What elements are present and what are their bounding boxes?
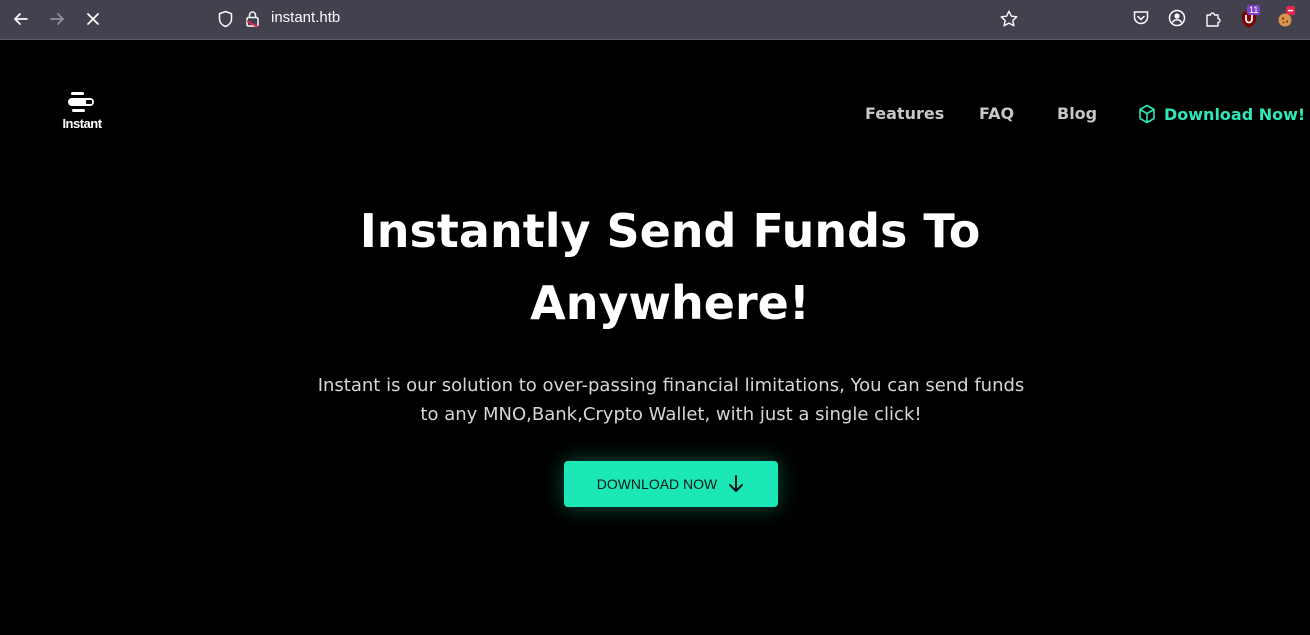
nav-blog[interactable]: Blog	[1057, 104, 1097, 123]
forward-icon	[50, 13, 64, 25]
stop-icon	[87, 13, 99, 25]
nav-download-now[interactable]: Download Now!	[1138, 104, 1305, 124]
forward-button[interactable]	[45, 7, 69, 31]
logo[interactable]: Instant	[58, 90, 108, 132]
arrow-down-icon	[729, 475, 744, 492]
lock-icon[interactable]	[245, 10, 260, 28]
download-now-button[interactable]: DOWNLOAD NOW	[564, 461, 778, 507]
back-icon	[14, 13, 28, 25]
url-bar[interactable]: instant.htb	[271, 9, 340, 26]
extension-badge: 11	[1247, 5, 1261, 15]
account-icon[interactable]	[1168, 9, 1186, 27]
shield-icon[interactable]	[217, 10, 234, 28]
extensions-icon[interactable]	[1204, 9, 1222, 27]
cube-icon	[1139, 104, 1155, 124]
nav-faq[interactable]: FAQ	[979, 104, 1014, 123]
website: Instant Features FAQ Blog Download Now! …	[0, 40, 1310, 635]
pocket-icon[interactable]	[1132, 9, 1150, 27]
hero-title: Instantly Send Funds To Anywhere!	[255, 195, 1085, 339]
star-icon[interactable]	[999, 9, 1019, 29]
cookie-extension-icon[interactable]	[1276, 6, 1296, 28]
logo-mark-icon	[68, 92, 94, 112]
hero-title-line2: Anywhere!	[530, 276, 810, 330]
hero-title-line1: Instantly Send Funds To	[359, 204, 981, 258]
stop-button[interactable]	[81, 7, 105, 31]
browser-toolbar: instant.htb 11	[0, 0, 1310, 40]
download-now-label: DOWNLOAD NOW	[596, 476, 718, 492]
hero-description-line2: to any MNO,Bank,Crypto Wallet, with just…	[420, 404, 922, 425]
hero-description: Instant is our solution to over-passing …	[300, 371, 1042, 429]
logo-text: Instant	[62, 116, 102, 131]
hero-description-line1: Instant is our solution to over-passing …	[317, 375, 1025, 396]
nav-download-label: Download Now!	[1164, 104, 1306, 124]
nav-features[interactable]: Features	[865, 104, 944, 123]
back-button[interactable]	[9, 7, 33, 31]
